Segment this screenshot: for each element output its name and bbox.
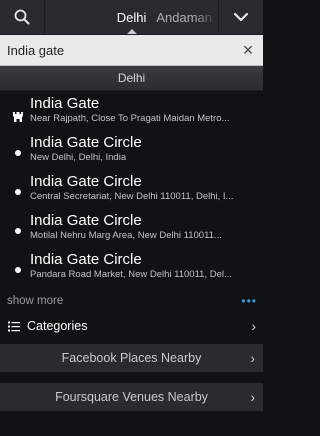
result-title: India Gate bbox=[30, 95, 100, 112]
list-icon bbox=[8, 321, 20, 331]
tab-delhi[interactable]: Delhi bbox=[117, 10, 147, 25]
list-item[interactable]: India Gate Circle Central Secretariat, N… bbox=[0, 173, 263, 212]
foursquare-venues-button[interactable]: Foursquare Venues Nearby › bbox=[0, 383, 263, 411]
tabs-fade bbox=[194, 0, 218, 34]
result-address: Motilal Nehru Marg Area, New Delhi 11001… bbox=[30, 230, 222, 241]
spacer bbox=[0, 372, 263, 383]
result-address: Near Rajpath, Close To Pragati Maidan Me… bbox=[30, 113, 230, 124]
result-title: India Gate Circle bbox=[30, 173, 142, 190]
facebook-places-label: Facebook Places Nearby bbox=[61, 351, 202, 365]
region-tabs: Delhi Andaman bbox=[45, 0, 218, 34]
bullet-icon bbox=[15, 267, 21, 273]
bullet-icon bbox=[15, 228, 21, 234]
search-icon bbox=[14, 9, 30, 25]
chevron-right-icon: › bbox=[251, 318, 256, 334]
categories-label: Categories bbox=[27, 319, 88, 333]
more-dots-icon: ••• bbox=[241, 294, 257, 308]
facebook-places-button[interactable]: Facebook Places Nearby › bbox=[0, 344, 263, 372]
result-address: Central Secretariat, New Delhi 110011, D… bbox=[30, 191, 234, 202]
search-row: × bbox=[0, 35, 263, 66]
castle-icon bbox=[6, 95, 30, 123]
result-title: India Gate Circle bbox=[30, 134, 142, 151]
list-item[interactable]: India Gate Circle Pandara Road Market, N… bbox=[0, 251, 263, 290]
clear-button[interactable]: × bbox=[233, 35, 263, 65]
menu-toggle-button[interactable] bbox=[219, 0, 263, 34]
list-item[interactable]: India Gate Near Rajpath, Close To Pragat… bbox=[0, 95, 263, 134]
result-address: Pandara Road Market, New Delhi 110011, D… bbox=[30, 269, 232, 280]
chevron-down-icon bbox=[233, 12, 249, 22]
search-input[interactable] bbox=[0, 35, 233, 65]
result-title: India Gate Circle bbox=[30, 251, 142, 268]
show-more-row[interactable]: show more ••• bbox=[0, 290, 263, 312]
list-item[interactable]: India Gate Circle New Delhi, Delhi, Indi… bbox=[0, 134, 263, 173]
foursquare-venues-label: Foursquare Venues Nearby bbox=[55, 390, 208, 404]
list-item[interactable]: India Gate Circle Motilal Nehru Marg Are… bbox=[0, 212, 263, 251]
top-bar: Delhi Andaman bbox=[0, 0, 263, 35]
show-more-label: show more bbox=[7, 295, 64, 307]
bullet-icon bbox=[15, 189, 21, 195]
close-icon: × bbox=[242, 39, 254, 60]
section-header: Delhi bbox=[0, 66, 263, 91]
result-title: India Gate Circle bbox=[30, 212, 142, 229]
chevron-right-icon: › bbox=[250, 350, 255, 366]
bullet-icon bbox=[15, 150, 21, 156]
categories-row[interactable]: Categories › bbox=[0, 312, 263, 340]
section-title: Delhi bbox=[117, 71, 146, 85]
app-window: Delhi Andaman × Delhi Indi bbox=[0, 0, 263, 436]
chevron-right-icon: › bbox=[250, 389, 255, 405]
result-address: New Delhi, Delhi, India bbox=[30, 152, 127, 163]
search-button[interactable] bbox=[0, 0, 44, 34]
results-list: India Gate Near Rajpath, Close To Pragat… bbox=[0, 91, 263, 290]
